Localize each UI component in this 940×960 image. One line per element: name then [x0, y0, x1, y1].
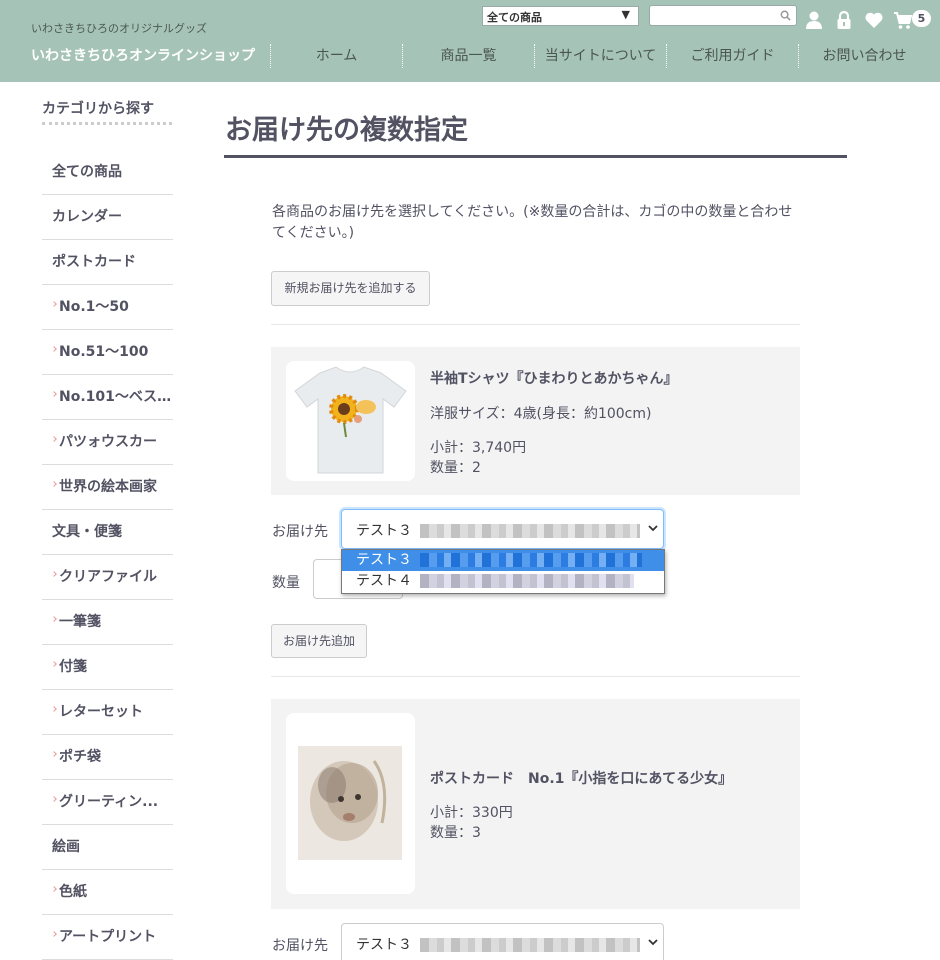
product-option: 洋服サイズ：4歳(身長：約100cm) [430, 406, 652, 422]
product-quantity: 数量：3 [430, 825, 481, 841]
dropdown-option-label: テスト３ [356, 552, 412, 568]
category-select-value: 全ての商品 [487, 11, 542, 24]
instructions-text: 各商品のお届け先を選択してください。(※数量の合計は、カゴの中の数量と合わせてく… [272, 204, 793, 241]
user-icon[interactable] [804, 10, 824, 30]
chevron-down-icon [648, 939, 658, 946]
chevron-down-icon [648, 525, 658, 532]
ship-to-dropdown-list: テスト３ テスト４ [341, 549, 665, 594]
sidebar-item[interactable]: 世界の絵本画家 [42, 465, 173, 510]
nav-contact[interactable]: お問い合わせ [798, 44, 930, 68]
category-list: 全ての商品 カレンダー ポストカード No.1〜50 No.51〜100 No.101〜ベ… [42, 150, 173, 960]
dropdown-option-label: テスト４ [356, 573, 412, 589]
ship-to-value: テスト３ [356, 937, 412, 953]
dropdown-option[interactable]: テスト４ [342, 571, 664, 592]
sidebar-item[interactable]: ポチ袋 [42, 735, 173, 780]
product-name: 半袖Tシャツ『ひまわりとあかちゃん』 [430, 371, 678, 387]
ship-to-value: テスト３ [356, 523, 412, 539]
divider [271, 324, 800, 325]
cart-icon[interactable] [893, 10, 913, 30]
sidebar-title-divider [42, 122, 172, 125]
sidebar-item[interactable]: 付箋 [42, 645, 173, 690]
sidebar-item[interactable]: 文具・便箋 [42, 510, 173, 555]
sidebar-item[interactable]: 絵画 [42, 825, 173, 870]
redacted-address [420, 574, 635, 588]
heart-icon[interactable] [864, 10, 884, 30]
ship-to-select[interactable]: テスト３ [341, 509, 664, 549]
redacted-address [420, 553, 643, 567]
sidebar-item[interactable]: 全ての商品 [42, 150, 173, 195]
sidebar-item[interactable]: パツォウスカー [42, 420, 173, 465]
sidebar-item[interactable]: No.1〜50 [42, 285, 173, 330]
search-input[interactable] [649, 5, 797, 26]
dropdown-option-selected[interactable]: テスト３ [342, 550, 664, 571]
cart-item: ポストカード No.1『小指を口にあてる少女』 小計：330円 数量：3 [271, 699, 800, 909]
product-image-tshirt [286, 361, 415, 481]
sidebar-item[interactable]: ポストカード [42, 240, 173, 285]
product-name: ポストカード No.1『小指を口にあてる少女』 [430, 771, 733, 787]
page-title: お届け先の複数指定 [225, 115, 468, 146]
triangle-down-icon: ▼ [621, 8, 630, 21]
sidebar-item[interactable]: アートプリント [42, 915, 173, 960]
product-subtotal: 小計：3,740円 [430, 440, 527, 456]
ship-to-label: お届け先 [272, 524, 328, 540]
sidebar-item[interactable]: No.51〜100 [42, 330, 173, 375]
cart-count-badge: 5 [912, 10, 931, 27]
postcard-image [286, 713, 415, 894]
add-new-address-button[interactable]: 新規お届け先を追加する [271, 271, 430, 306]
sidebar-item[interactable]: 一筆箋 [42, 600, 173, 645]
redacted-address [420, 524, 641, 538]
search-icon[interactable] [780, 10, 791, 21]
nav-guide[interactable]: ご利用ガイド [666, 44, 798, 68]
sidebar-item[interactable]: レターセット [42, 690, 173, 735]
sidebar-title: カテゴリから探す [42, 101, 154, 117]
nav-home[interactable]: ホーム [270, 44, 402, 68]
shop-logo-text[interactable]: いわさきちひろオンラインショップ [31, 45, 255, 65]
product-image-postcard [286, 713, 415, 894]
add-ship-to-button[interactable]: お届け先追加 [271, 624, 367, 658]
tagline: いわさきちひろのオリジナルグッズ [31, 22, 207, 35]
sidebar-item[interactable]: No.101〜ベス... [42, 375, 173, 420]
redacted-address [420, 938, 641, 952]
lock-icon[interactable] [834, 10, 854, 30]
cart-item: 半袖Tシャツ『ひまわりとあかちゃん』 洋服サイズ：4歳(身長：約100cm) 小… [271, 347, 800, 495]
tshirt-image [286, 361, 415, 481]
sidebar-item[interactable]: カレンダー [42, 195, 173, 240]
sidebar-item[interactable]: クリアファイル [42, 555, 173, 600]
title-underline [224, 155, 847, 158]
ship-to-select[interactable]: テスト３ [341, 923, 664, 960]
site-header: いわさきちひろのオリジナルグッズ いわさきちひろオンラインショップ 全ての商品 … [0, 0, 940, 82]
product-quantity: 数量：2 [430, 460, 481, 476]
quantity-label: 数量 [272, 575, 300, 591]
global-nav: ホーム 商品一覧 当サイトについて ご利用ガイド お問い合わせ [270, 44, 930, 68]
category-select[interactable]: 全ての商品 ▼ [482, 6, 639, 26]
product-subtotal: 小計：330円 [430, 805, 513, 821]
sidebar-item[interactable]: グリーティン... [42, 780, 173, 825]
nav-about[interactable]: 当サイトについて [534, 44, 666, 68]
ship-to-label: お届け先 [272, 938, 328, 954]
sidebar-item[interactable]: 色紙 [42, 870, 173, 915]
nav-products[interactable]: 商品一覧 [402, 44, 534, 68]
divider [271, 676, 800, 677]
